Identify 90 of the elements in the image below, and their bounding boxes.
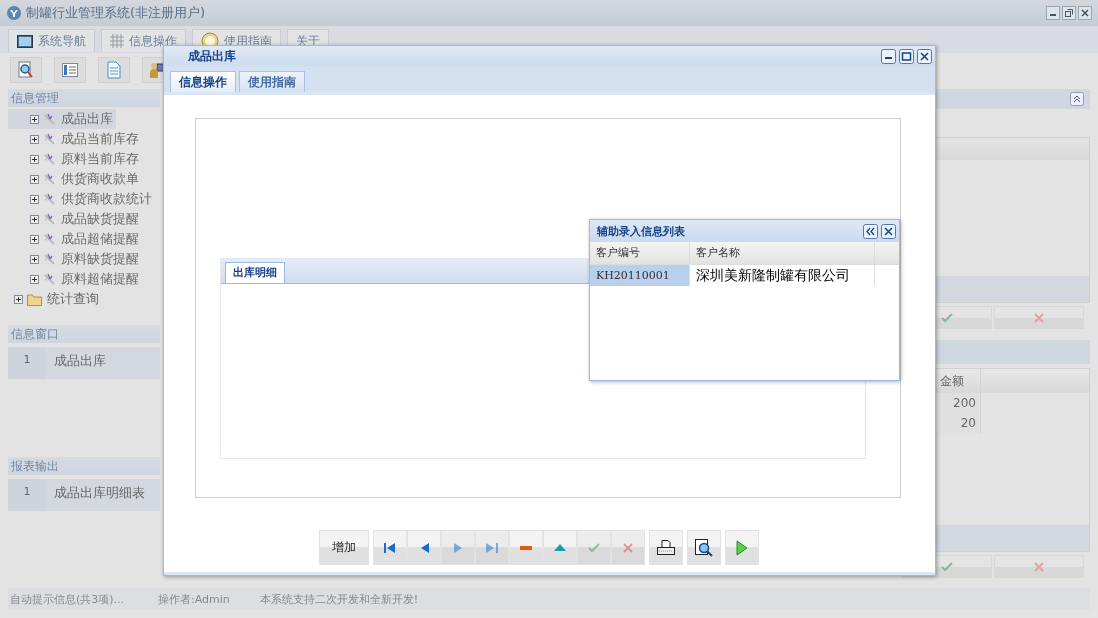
search-icon — [18, 61, 34, 79]
cross-icon — [1034, 561, 1044, 572]
report-item[interactable]: 成品出库明细表 — [46, 479, 145, 511]
check-icon — [588, 542, 600, 553]
expand-icon[interactable] — [30, 274, 39, 284]
play-icon — [736, 539, 748, 556]
grid-icon — [110, 34, 124, 48]
row-number: 1 — [8, 347, 46, 379]
tab[interactable]: 信息操作 — [170, 71, 236, 92]
tool-icon — [43, 172, 57, 186]
add-button[interactable]: 增加 — [319, 530, 369, 565]
nav-tab[interactable]: 信息操作 — [101, 29, 186, 52]
tree-item[interactable]: 成品缺货提醒 — [8, 209, 160, 229]
first-button[interactable] — [373, 530, 407, 565]
expand-icon[interactable] — [30, 234, 39, 244]
close-button[interactable] — [1078, 6, 1092, 20]
tool-icon — [43, 212, 57, 226]
tool-icon — [43, 252, 57, 266]
maximize-button[interactable] — [899, 48, 914, 64]
last-icon — [486, 542, 498, 553]
nav-tab[interactable]: 系统导航 — [8, 29, 95, 52]
tree-item[interactable]: 成品当前库存 — [8, 129, 160, 149]
minus-button[interactable] — [509, 530, 543, 565]
collapse-up-icon[interactable] — [1070, 92, 1084, 106]
expand-icon[interactable] — [30, 134, 39, 144]
preview-button[interactable] — [687, 530, 721, 565]
panel-header: 报表输出 — [8, 457, 160, 475]
close-button[interactable] — [917, 48, 932, 64]
tool-icon — [43, 192, 57, 206]
status-text: 本系统支持二次开发和全新开发! — [259, 591, 419, 607]
tab[interactable]: 出库明细 — [225, 262, 285, 283]
expand-icon[interactable] — [30, 254, 39, 264]
monitor-icon — [17, 34, 33, 48]
check-icon — [941, 312, 953, 323]
column-header: 客户编号 — [590, 242, 690, 264]
panel-header: 信息管理 — [8, 89, 160, 107]
tree-item[interactable]: 原料缺货提醒 — [8, 249, 160, 269]
expand-icon[interactable] — [14, 294, 23, 304]
document-icon — [107, 61, 121, 79]
tree-item[interactable]: 供货商收款单 — [8, 169, 160, 189]
expand-icon[interactable] — [30, 114, 39, 124]
collapse-left-button[interactable] — [863, 223, 878, 239]
window-item[interactable]: 成品出库 — [46, 347, 106, 379]
minimize-button[interactable] — [881, 48, 896, 64]
previous-icon — [419, 542, 429, 553]
popup-title: 辅助录入信息列表 — [597, 223, 685, 239]
column-header: 客户名称 — [690, 242, 875, 264]
tree-item[interactable]: 成品出库 — [8, 109, 116, 129]
restore-button[interactable] — [1062, 6, 1076, 20]
search-button[interactable] — [10, 57, 42, 83]
list-icon — [62, 63, 78, 77]
first-icon — [384, 542, 396, 553]
close-button[interactable] — [881, 223, 896, 239]
expand-icon[interactable] — [30, 214, 39, 224]
tool-icon — [43, 112, 57, 126]
minimize-button[interactable] — [1046, 6, 1060, 20]
triangle-up-icon — [554, 544, 566, 551]
tool-icon — [43, 232, 57, 246]
tab[interactable]: 使用指南 — [239, 71, 305, 92]
tool-icon — [43, 152, 57, 166]
table-cell[interactable]: 深圳美新隆制罐有限公司 — [690, 265, 875, 286]
status-text: 操作者:Admin — [158, 591, 230, 607]
expand-icon[interactable] — [30, 154, 39, 164]
printer-icon — [657, 539, 675, 556]
panel-header: 信息窗口 — [8, 325, 160, 343]
cross-icon — [623, 542, 633, 553]
minus-icon — [520, 545, 532, 550]
next-icon — [453, 542, 463, 553]
app-title: 制罐行业管理系统(非注册用户) — [26, 4, 206, 22]
folder-icon — [27, 292, 43, 306]
tree-item[interactable]: 统计查询 — [8, 289, 160, 309]
table-cell[interactable]: KH20110001 — [590, 265, 690, 286]
status-text: 自动提示信息(共3项)... — [10, 591, 125, 607]
print-preview-icon — [695, 538, 713, 557]
up-button[interactable] — [543, 530, 577, 565]
expand-icon[interactable] — [30, 194, 39, 204]
tree-item[interactable]: 成品超储提醒 — [8, 229, 160, 249]
row-number: 1 — [8, 479, 46, 511]
tool-icon — [43, 132, 57, 146]
tree-item[interactable]: 原料超储提醒 — [8, 269, 160, 289]
expand-icon[interactable] — [30, 174, 39, 184]
prev-button[interactable] — [407, 530, 441, 565]
tree-item[interactable]: 供货商收款统计 — [8, 189, 160, 209]
list-button[interactable] — [54, 57, 86, 83]
tree-item[interactable]: 原料当前库存 — [8, 149, 160, 169]
check-icon — [941, 561, 953, 572]
print-button[interactable] — [649, 530, 683, 565]
logo-icon — [6, 5, 22, 21]
tool-icon — [43, 272, 57, 286]
cross-icon — [1034, 312, 1044, 323]
